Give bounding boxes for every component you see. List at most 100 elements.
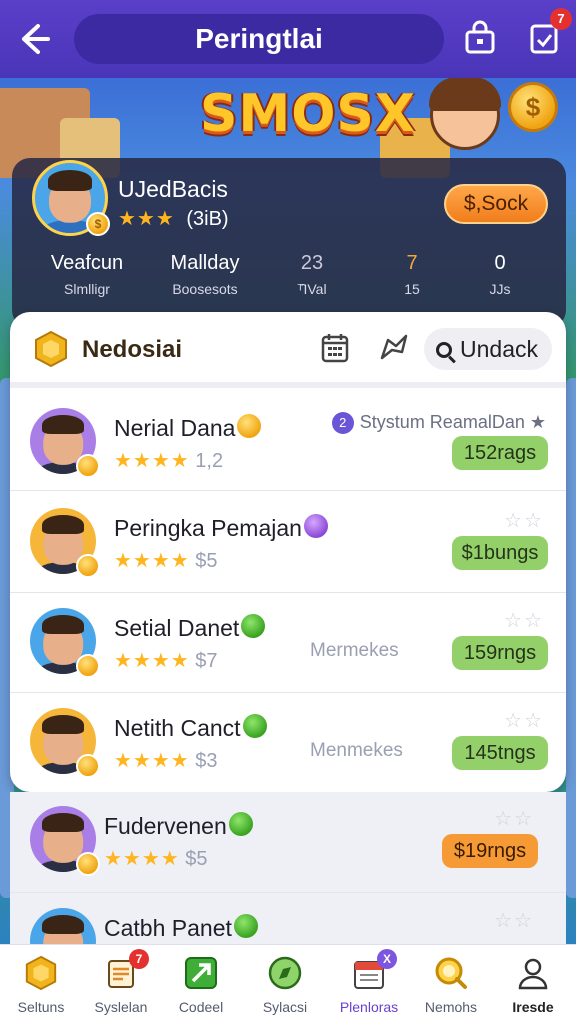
stat-item[interactable]: Veafcun Slmlligr [32,252,142,297]
leaderboard-row[interactable]: Peringka Pemajan ★★★★ $5 ☆☆ $1bungs [10,494,566,594]
stat-item[interactable]: 7 15 [382,252,442,297]
leaderboard-row[interactable]: Fudervenen ★★★★ $5 ☆☆ $19rngs [0,792,566,892]
nav-item-iresde[interactable]: Iresde [492,955,574,1015]
stat-value: 23 [300,252,324,274]
player-rating: ★★★★ $3 [114,750,218,772]
stat-value: 7 [406,252,418,274]
player-name: Netith Canct [114,714,267,742]
purple-gem-icon [303,514,328,538]
game-logo: SMOSX [200,84,416,144]
bottom-navigation: Seltuns 7 Syslelan Codeel Sylacsi X Plen… [0,944,576,1024]
row-divider [10,892,566,893]
coin-badge-icon [76,454,100,478]
stat-item[interactable]: 23 ᵀ̂IVal [282,252,342,297]
search-coin-icon [433,955,469,991]
calendar-icon[interactable] [320,332,350,364]
nav-label: Syslelan [94,999,148,1015]
empty-stars-icon: ☆☆ [504,510,544,532]
coin-icon: $ [508,82,558,132]
scroll-icon: 7 [103,949,149,991]
player-rating: ★★★★ 1,2 [114,450,224,472]
compass-icon [267,955,303,991]
stat-value: 0 [494,252,506,274]
verified-icon [241,614,266,638]
nav-item-codeel[interactable]: Codeel [160,955,242,1015]
nav-label: Nemohs [424,999,478,1015]
reward-pill[interactable]: 145tngs [452,736,548,770]
hero-character [429,78,501,150]
empty-stars-icon: ☆☆ [494,910,534,932]
nav-item-nemohs[interactable]: Nemohs [410,955,492,1015]
clipboard-icon[interactable]: 7 [524,8,572,58]
reward-pill[interactable]: 159rngs [452,636,548,670]
notification-badge: X [377,949,397,969]
coin-badge-icon [76,754,100,778]
leaderboard-overflow: Fudervenen ★★★★ $5 ☆☆ $19rngs Catbh Pane… [10,792,566,974]
bag-icon[interactable] [460,18,500,58]
search-label: Undack [460,336,538,362]
coin-badge-icon: $ [86,212,110,236]
search-button[interactable]: Undack [424,328,552,370]
empty-stars-icon: ☆☆ [504,710,544,732]
trophy-icon [23,955,59,991]
notification-badge: 7 [129,949,149,969]
back-arrow-icon[interactable] [12,18,54,60]
person-icon [515,955,551,991]
stat-label: Boosesots [172,281,238,297]
leaderboard-row[interactable]: Setial Danet ★★★★ $7 Mermekes ☆☆ 159rngs [10,594,566,694]
row-divider [10,692,566,693]
leaderboard-title: Nedosiai [82,336,183,363]
coin-badge-icon [76,654,100,678]
player-rating: ★★★★ $7 [114,650,218,672]
building-decoration [566,378,576,898]
nav-item-plenloras[interactable]: X Plenloras [328,949,410,1015]
empty-stars-icon: ☆☆ [494,808,534,830]
rating-stars: ★★★ [118,208,175,230]
player-rating: ★★★★ $5 [114,550,218,572]
arrow-up-icon [183,955,219,991]
top-bar: Peringtlai 7 [0,0,576,78]
trophy-icon [32,330,70,368]
leaderboard-header: Nedosiai Undack [10,312,566,388]
verified-icon [233,914,258,938]
nav-item-syslelan[interactable]: 7 Syslelan [80,949,162,1015]
reward-pill[interactable]: $19rngs [442,834,538,868]
notification-badge: 7 [550,8,572,30]
reward-pill[interactable]: $1bungs [452,536,548,570]
nav-label: Codeel [178,999,224,1015]
map-pin-icon[interactable] [378,332,410,364]
player-name: Nerial Dana [114,414,262,442]
calendar-icon: X [351,949,397,991]
stat-item[interactable]: Mallday Boosesots [150,252,260,297]
nav-label: Sylacsi [262,999,308,1015]
stat-label: 15 [404,281,420,297]
nav-label: Plenloras [339,999,399,1015]
row-divider [10,490,566,491]
stock-button[interactable]: $,Sock [444,184,548,224]
leaderboard-row[interactable]: Nerial Dana ★★★★ 1,2 2 Stystum ReamalDan … [10,394,566,494]
stat-label: JJs [489,281,511,297]
reward-pill[interactable]: 152rags [452,436,548,470]
verified-icon [242,714,267,738]
leaderboard-panel: Nedosiai Undack Nerial Dana ★★★★ 1,2 2 St… [10,312,566,792]
gold-medal-icon [237,414,262,438]
stat-label: ᵀ̂IVal [297,281,327,297]
row-subtitle: 2 Stystum ReamalDan ★ [331,412,546,434]
stat-item[interactable]: 0 JJs [470,252,530,297]
coin-badge-icon [76,554,100,578]
player-name: Catbh Panet [104,914,258,942]
player-name: UJedBacis [118,176,228,202]
row-status: Mermekes [310,640,399,661]
verified-icon [228,812,253,836]
page-title: Peringtlai [74,14,444,64]
search-icon [436,342,452,358]
stat-label: Slmlligr [64,281,110,297]
nav-item-sylacsi[interactable]: Sylacsi [244,955,326,1015]
nav-item-seltuns[interactable]: Seltuns [0,955,82,1015]
leaderboard-row[interactable]: Netith Canct ★★★★ $3 Menmekes ☆☆ 145tngs [10,694,566,792]
player-name: Fudervenen [104,812,253,840]
player-name: Setial Danet [114,614,266,642]
row-divider [10,592,566,593]
stat-value: Veafcun [50,252,124,274]
player-rating: ★★★★ $5 [104,848,208,870]
